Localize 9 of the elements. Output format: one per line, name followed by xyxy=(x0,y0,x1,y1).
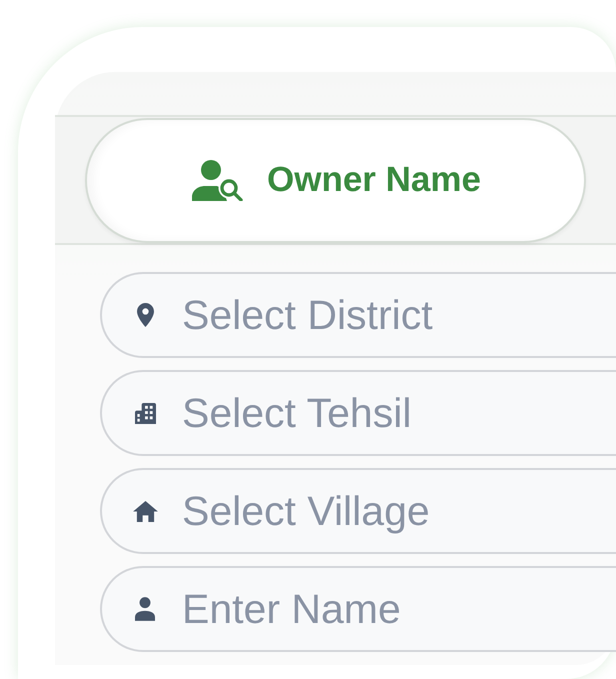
input-field[interactable]: Select District xyxy=(100,272,616,358)
person-icon xyxy=(135,597,155,621)
input-field[interactable]: Select Tehsil xyxy=(100,370,616,456)
input-field[interactable]: Select Village xyxy=(100,468,616,554)
location-pin-icon xyxy=(136,303,154,327)
tab[interactable]: Owner Name xyxy=(85,118,586,242)
home-icon xyxy=(132,500,158,522)
user-search-icon xyxy=(190,160,244,200)
input-field[interactable]: Enter Name xyxy=(100,566,616,652)
